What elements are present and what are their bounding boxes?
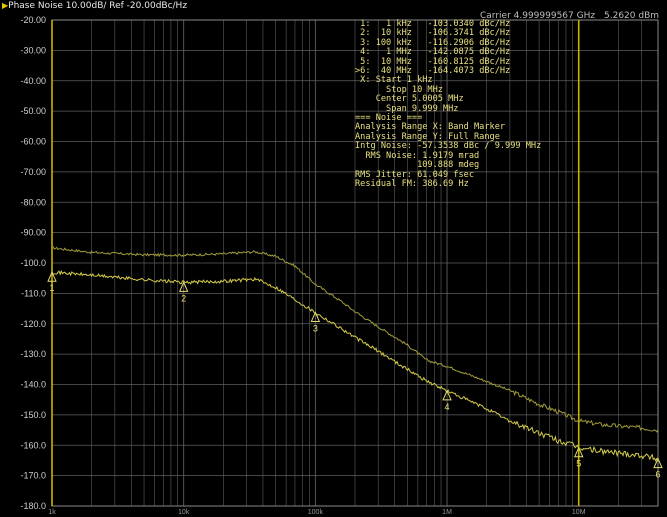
x-tick-label: 1k (48, 509, 56, 516)
y-tick-label: -50.00 (20, 106, 46, 116)
y-tick-label: -160.0 (20, 440, 46, 450)
marker-label: 6 (655, 470, 660, 480)
y-tick-label: -120.0 (20, 319, 46, 329)
readout-line: Residual FM: 386.69 Hz (355, 178, 469, 189)
marker-readout-panel: 1: 1 kHz -103.0340 dBc/Hz 2: 10 kHz -106… (355, 19, 541, 189)
y-tick-label: -30.00 (20, 45, 46, 55)
marker-label: 5 (576, 459, 581, 469)
marker-label: 4 (445, 402, 450, 412)
y-tick-label: -80.00 (20, 197, 46, 207)
y-tick-label: -100.0 (20, 258, 46, 268)
y-tick-label: -140.0 (20, 380, 46, 390)
marker-label: 2 (181, 293, 186, 303)
y-tick-label: -70.00 (20, 167, 46, 177)
x-tick-label: 10M (572, 509, 586, 516)
marker-label: 3 (313, 323, 318, 333)
analyzer-screen: ▶Phase Noise 10.00dB/ Ref -20.00dBc/Hz C… (0, 0, 667, 517)
marker-readout-value: -164.4073 dBc/Hz (427, 66, 511, 77)
y-tick-label: -20.00 (20, 15, 46, 25)
y-tick-label: -150.0 (20, 410, 46, 420)
y-tick-label: -60.00 (20, 137, 46, 147)
marker-label: 1 (49, 283, 54, 293)
y-tick-label: -40.00 (20, 76, 46, 86)
y-tick-label: -170.0 (20, 471, 46, 481)
x-tick-label: 100k (308, 509, 324, 516)
x-tick-label: 1M (442, 509, 452, 516)
phase-noise-chart: -20.00 -30.00 -40.00 -50.00 -60.00 -70.00 -80.… (20, 15, 663, 516)
y-tick-label: -130.0 (20, 349, 46, 359)
y-tick-label: -180.0 (20, 501, 46, 511)
x-tick-label: 10k (178, 509, 190, 516)
y-tick-label: -110.0 (21, 288, 46, 298)
y-tick-label: -90.00 (20, 228, 46, 238)
